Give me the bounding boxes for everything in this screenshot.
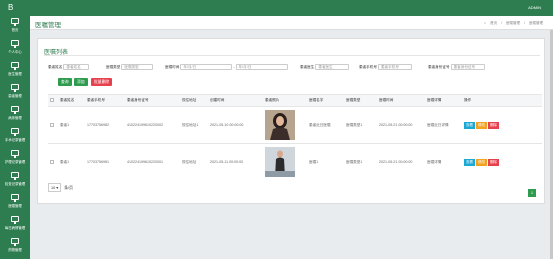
- sidebar-item-surgery[interactable]: 手术记录管理: [0, 126, 30, 144]
- row-checkbox[interactable]: [50, 122, 54, 127]
- row-actions: 查看 修改 删除: [462, 143, 542, 181]
- phone-input[interactable]: 患者手机号: [377, 64, 412, 71]
- monitor-icon: [11, 84, 19, 92]
- page-header: 医嘱管理 ⌂ 首页 / 医嘱管理 / 医嘱管理: [30, 16, 553, 30]
- filter-patient-name: 患者姓名 患者姓名: [48, 63, 90, 71]
- breadcrumb-home[interactable]: 首页: [490, 21, 497, 25]
- monitor-icon: [11, 194, 19, 202]
- add-button[interactable]: 添加: [74, 78, 88, 86]
- breadcrumb-separator: /: [501, 21, 503, 25]
- sidebar-item-home[interactable]: 首页: [0, 16, 30, 34]
- home-icon: ⌂: [483, 21, 487, 25]
- row-checkbox[interactable]: [50, 159, 54, 164]
- sidebar-item-orders[interactable]: 医嘱管理: [0, 192, 30, 210]
- edit-button[interactable]: 修改: [476, 121, 487, 129]
- filter-id-no: 患者身份证号 患者身份证号: [428, 63, 485, 71]
- order-time-start[interactable]: 年/月/日: [180, 64, 233, 71]
- monitor-icon: [11, 40, 19, 48]
- page-number-button[interactable]: 1: [528, 189, 536, 197]
- filter-order-type: 医嘱类型 医嘱类型: [106, 63, 154, 71]
- breadcrumb: ⌂ 首页 / 医嘱管理 / 医嘱管理: [481, 21, 543, 26]
- table-row: 患者1 17703756982 410224199610220002 现住地址1…: [48, 106, 542, 144]
- divider: [44, 55, 540, 56]
- order-type-select[interactable]: 医嘱类型: [121, 64, 154, 71]
- sidebar-item-patients[interactable]: 患者管理: [0, 82, 30, 100]
- filter-order-time: 医嘱时间 年/月/日 - 年/月/日: [165, 63, 288, 71]
- filter-doctor: 患者医生 患者医生: [300, 63, 350, 71]
- patient-name-input[interactable]: 患者姓名: [63, 64, 90, 71]
- user-menu[interactable]: ADMIN: [528, 5, 541, 10]
- sidebar-item-beds[interactable]: 病床管理: [0, 104, 30, 122]
- patient-photo: [265, 147, 295, 178]
- sidebar: 首页 个人中心 医生管理 患者管理 病床管理 手术记录管理 护理记录管理 检查记…: [0, 16, 30, 259]
- monitor-icon: [11, 128, 19, 136]
- monitor-icon: [11, 150, 19, 158]
- view-button[interactable]: 查看: [464, 121, 475, 129]
- sidebar-item-daily[interactable]: 每日病情管理: [0, 214, 30, 232]
- order-list-card: 医嘱列表 患者姓名 患者姓名 医嘱类型 医嘱类型 医嘱时间 年/月/日 - 年/…: [37, 38, 545, 204]
- batch-delete-button[interactable]: 批量删除: [91, 78, 113, 86]
- view-button[interactable]: 查看: [464, 158, 475, 166]
- page-size-select[interactable]: 10 ▾: [48, 183, 62, 192]
- sidebar-item-doctors[interactable]: 医生管理: [0, 60, 30, 78]
- order-time-end[interactable]: 年/月/日: [235, 64, 288, 71]
- page-title: 医嘱管理: [35, 22, 61, 29]
- top-bar: B ADMIN: [0, 0, 553, 16]
- delete-button[interactable]: 删除: [488, 121, 499, 129]
- pagination: 10 ▾ 条/页: [48, 183, 73, 192]
- monitor-icon: [11, 18, 19, 26]
- sidebar-item-nursing[interactable]: 护理记录管理: [0, 148, 30, 166]
- monitor-icon: [11, 172, 19, 180]
- monitor-icon: [11, 238, 19, 246]
- id-no-input[interactable]: 患者身份证号: [450, 64, 485, 71]
- table-header-row: 患者姓名 患者手机号 患者身份证号 现住地址 创建时间 患者照片 医嘱名字 医嘱…: [48, 94, 542, 107]
- filter-phone: 患者手机号 患者手机号: [359, 63, 412, 71]
- sidebar-item-profile[interactable]: 个人中心: [0, 38, 30, 56]
- patient-photo: [265, 110, 295, 140]
- table-row: 患者1 17703756981 410224199610220001 现住地址 …: [48, 143, 542, 181]
- order-table: 患者姓名 患者手机号 患者身份证号 现住地址 创建时间 患者照片 医嘱名字 医嘱…: [48, 94, 542, 181]
- delete-button[interactable]: 删除: [488, 158, 499, 166]
- sidebar-item-drugs[interactable]: 药物管理: [0, 236, 30, 254]
- breadcrumb-section[interactable]: 医嘱管理: [506, 21, 520, 25]
- app-brand: B: [8, 3, 14, 12]
- breadcrumb-current: 医嘱管理: [529, 21, 543, 25]
- chevron-down-icon: ▾: [56, 186, 59, 190]
- edit-button[interactable]: 修改: [476, 158, 487, 166]
- breadcrumb-separator: /: [524, 21, 526, 25]
- select-all-checkbox[interactable]: [50, 98, 54, 102]
- search-button[interactable]: 查询: [58, 78, 72, 86]
- monitor-icon: [11, 216, 19, 224]
- monitor-icon: [11, 106, 19, 114]
- sidebar-item-exams[interactable]: 检查记录管理: [0, 170, 30, 188]
- row-actions: 查看 修改 删除: [462, 106, 542, 144]
- monitor-icon: [11, 62, 19, 70]
- doctor-input[interactable]: 患者医生: [315, 64, 350, 71]
